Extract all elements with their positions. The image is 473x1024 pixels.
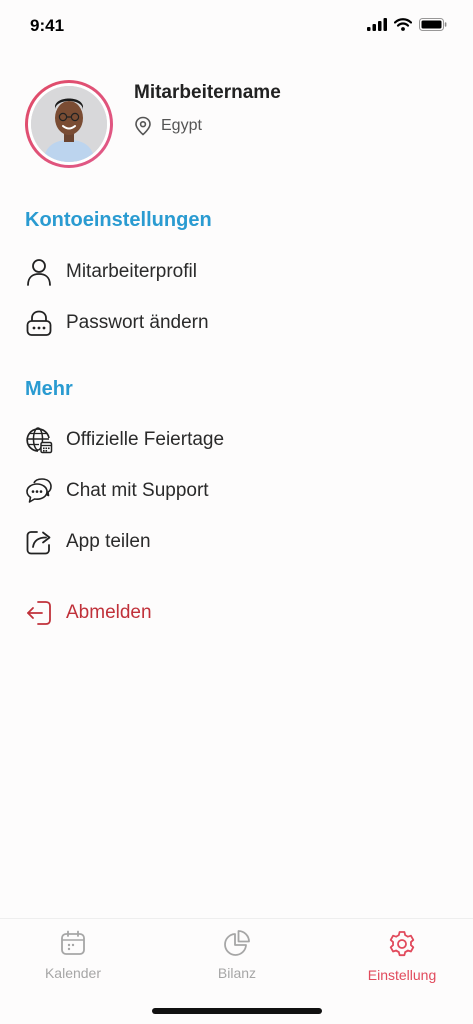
- section-title-more: Mehr: [25, 378, 73, 400]
- menu-item-label: Passwort ändern: [66, 312, 209, 333]
- pie-chart-icon: [224, 930, 250, 956]
- person-icon: [25, 258, 53, 286]
- location: Egypt: [134, 116, 202, 136]
- logout-label: Abmelden: [66, 602, 152, 623]
- employee-name: Mitarbeitername: [134, 82, 281, 103]
- avatar: [31, 86, 107, 162]
- logout-button[interactable]: Abmelden: [25, 593, 445, 633]
- status-bar: 9:41: [0, 0, 473, 52]
- tab-einstellung[interactable]: Einstellung: [342, 929, 462, 983]
- avatar-image: [31, 86, 107, 162]
- tab-label: Einstellung: [367, 967, 437, 983]
- status-time: 9:41: [30, 16, 65, 35]
- battery-icon: [419, 18, 447, 31]
- menu-item-label: Offizielle Feiertage: [66, 429, 225, 450]
- tab-label: Kalender: [44, 965, 102, 981]
- menu-item-label: App teilen: [66, 531, 151, 552]
- location-text: Egypt: [161, 117, 202, 134]
- tab-label: Bilanz: [217, 965, 257, 981]
- map-pin-icon: [135, 116, 151, 136]
- menu-item-employee-profile[interactable]: Mitarbeiterprofil: [25, 252, 445, 292]
- tab-kalender[interactable]: Kalender: [13, 929, 133, 981]
- tab-bilanz[interactable]: Bilanz: [177, 929, 297, 981]
- wifi-icon: [394, 18, 412, 31]
- home-indicator: [152, 1008, 322, 1014]
- menu-item-change-password[interactable]: Passwort ändern: [25, 303, 445, 343]
- gear-icon: [389, 931, 415, 957]
- status-icons: [367, 18, 447, 31]
- menu-item-chat-support[interactable]: Chat mit Support: [25, 471, 445, 511]
- chat-bubbles-icon: [25, 477, 53, 505]
- cellular-signal-icon: [367, 18, 387, 31]
- section-title-account: Kontoeinstellungen: [25, 209, 212, 231]
- logout-icon: [25, 599, 53, 627]
- avatar-ring: [25, 80, 113, 168]
- lock-icon: [25, 309, 53, 337]
- share-icon: [25, 528, 53, 556]
- profile-header: Mitarbeitername Egypt: [25, 80, 445, 170]
- calendar-icon: [61, 930, 85, 955]
- menu-item-holidays[interactable]: Offizielle Feiertage: [25, 420, 445, 460]
- menu-item-share-app[interactable]: App teilen: [25, 522, 445, 562]
- globe-calendar-icon: [25, 426, 53, 454]
- menu-item-label: Chat mit Support: [66, 480, 209, 501]
- menu-item-label: Mitarbeiterprofil: [66, 261, 197, 282]
